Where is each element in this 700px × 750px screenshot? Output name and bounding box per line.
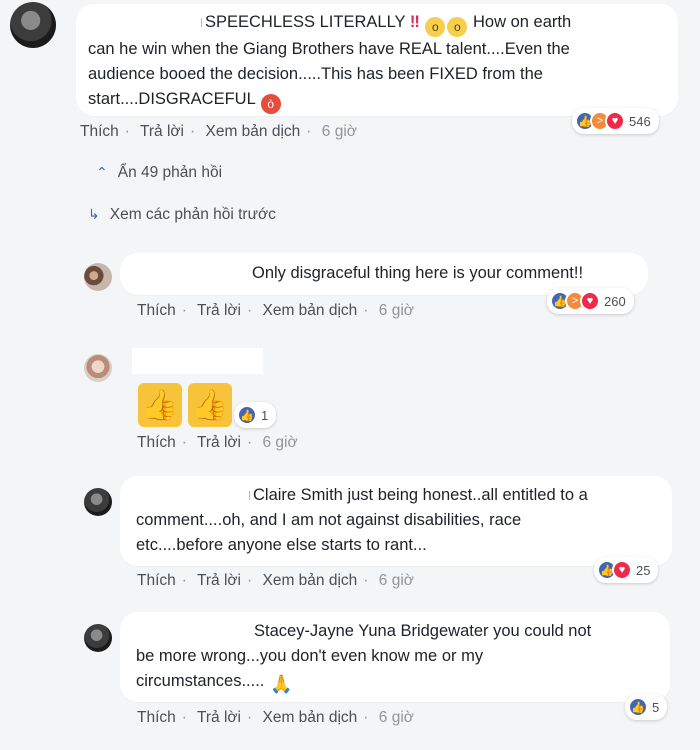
timestamp[interactable]: 6 giờ [322,123,357,140]
like-link[interactable]: Thích [137,709,176,726]
comment-bubble: Stacey-Jayne Yuna Bridgewater you could … [120,612,670,702]
comment-line: SPEECHLESS LITERALLY ‼ oo How on earth [88,10,666,37]
comment-line: Only disgraceful thing here is your comm… [252,264,584,282]
comment-actions: Thích · Trả lời · 6 giờ [137,434,298,451]
comment-line: audience booed the decision.....This has… [88,65,543,83]
comment-actions: Thích · Trả lời · Xem bản dịch · 6 giờ [137,709,414,726]
thumbs-up-icon: 👍 [188,383,232,427]
comment-line: comment....oh, and I am not against disa… [136,511,522,529]
timestamp[interactable]: 6 giờ [379,572,414,589]
comment-actions: Thích · Trả lời · Xem bản dịch · 6 giờ [137,572,414,589]
comment-line: circumstances..... 🙏 [136,672,293,694]
comment-line: can he win when the Giang Brothers have … [88,40,570,58]
like-link[interactable]: Thích [137,434,176,451]
comment-line: be more wrong...you don't even know me o… [136,647,484,665]
like-icon: 👍 [628,697,648,717]
comment-bubble: SPEECHLESS LITERALLY ‼ oo How on earth c… [76,4,678,116]
commenter-avatar[interactable] [84,354,112,382]
reaction-summary[interactable]: 👍 ♥ 25 [594,557,659,583]
hide-replies-link[interactable]: ⌃ Ẩn 49 phản hồi [96,164,222,182]
redacted-name [132,348,263,374]
commenter-avatar[interactable] [84,488,112,516]
double-exclamation-icon: ‼ [409,13,420,31]
reply-link[interactable]: Trả lời [197,434,241,451]
commenter-avatar[interactable] [10,2,56,48]
like-link[interactable]: Thích [137,572,176,589]
like-link[interactable]: Thích [137,302,176,319]
reaction-summary[interactable]: 👍 5 [625,694,668,720]
reply-link[interactable]: Trả lời [197,302,241,319]
comment-actions: Thích · Trả lời · Xem bản dịch · 6 giờ [80,123,357,140]
wow-emoji-icon: o [447,17,468,37]
love-icon: ♥ [612,560,632,580]
reaction-count: 1 [261,407,269,423]
praying-hands-icon: 🙏 [269,674,293,694]
reply-arrow-icon: ↳ [88,206,100,222]
timestamp[interactable]: 6 giờ [379,302,414,319]
reaction-count: 25 [636,562,651,578]
comment-bubble: Claire Smith just being honest..all enti… [120,476,672,566]
view-previous-replies-link[interactable]: ↳ Xem các phản hồi trước [88,206,276,224]
like-icon: 👍 [237,405,257,425]
like-link[interactable]: Thích [80,123,119,140]
see-translation-link[interactable]: Xem bản dịch [263,572,358,589]
commenter-avatar[interactable] [84,263,112,291]
name-divider [201,18,202,28]
comment-line: Claire Smith just being honest..all enti… [136,483,658,508]
reply-link[interactable]: Trả lời [140,123,184,140]
name-divider [249,491,250,501]
reaction-summary[interactable]: 👍 1 [234,402,277,428]
comment-line: Stacey-Jayne Yuna Bridgewater you could … [254,622,592,640]
reaction-count: 260 [604,293,626,309]
see-translation-link[interactable]: Xem bản dịch [263,709,358,726]
reaction-count: 5 [652,699,660,715]
reply-link[interactable]: Trả lời [197,709,241,726]
reaction-summary[interactable]: 👍 ˃ ♥ 546 [572,108,659,134]
love-icon: ♥ [605,111,625,131]
thumbs-up-icon: 👍 [138,383,182,427]
angry-emoji-icon: ò [260,94,281,114]
wow-emoji-icon: o [425,17,446,37]
commenter-avatar[interactable] [84,624,112,652]
love-icon: ♥ [580,291,600,311]
reply-link[interactable]: Trả lời [197,572,241,589]
reaction-count: 546 [629,113,651,129]
timestamp[interactable]: 6 giờ [263,434,298,451]
timestamp[interactable]: 6 giờ [379,709,414,726]
chevron-up-icon: ⌃ [96,164,108,180]
comment-line: etc....before anyone else starts to rant… [136,536,427,554]
see-translation-link[interactable]: Xem bản dịch [206,123,301,140]
reaction-summary[interactable]: 👍 ˃ ♥ 260 [547,288,634,314]
see-translation-link[interactable]: Xem bản dịch [263,302,358,319]
comment-actions: Thích · Trả lời · Xem bản dịch · 6 giờ [137,302,414,319]
